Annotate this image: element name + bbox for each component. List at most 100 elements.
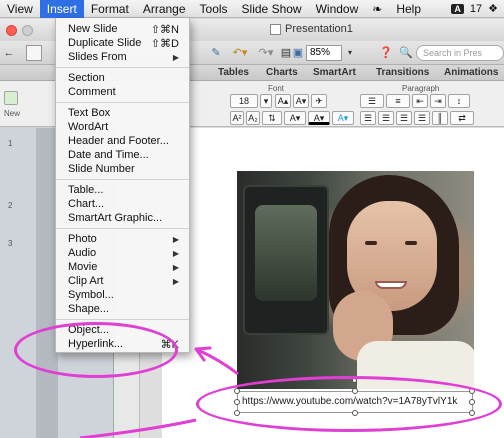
submenu-arrow-icon: ▶ xyxy=(172,249,179,258)
resize-handle-right-middle[interactable] xyxy=(469,399,475,405)
menu-insert[interactable]: Insert xyxy=(39,0,84,18)
hyperlink-url-text[interactable]: https://www.youtube.com/watch?v=1A78yTvl… xyxy=(242,396,457,407)
menu-item-header-footer[interactable]: Header and Footer... xyxy=(68,135,169,147)
shrink-font-button[interactable]: A▾ xyxy=(293,94,309,108)
script-menu-icon[interactable]: ❧ xyxy=(365,0,389,18)
back-arrow-icon[interactable]: ← xyxy=(2,45,16,61)
search-options-icon[interactable]: 🔍 xyxy=(398,45,414,61)
menu-bar: View Insert Format Arrange Tools Slide S… xyxy=(0,0,504,18)
menu-item-table[interactable]: Table... xyxy=(68,184,103,196)
menu-item-new-slide[interactable]: New Slide xyxy=(68,23,118,35)
help-icon[interactable]: ❓ xyxy=(378,45,394,61)
text-effects-button[interactable]: A▾ xyxy=(284,111,306,125)
menu-item-shape[interactable]: Shape... xyxy=(68,303,109,315)
menu-item-smartart[interactable]: SmartArt Graphic... xyxy=(68,212,162,224)
menu-item-comment[interactable]: Comment xyxy=(68,86,116,98)
change-case-button[interactable]: ⇅ xyxy=(262,111,282,125)
align-right-button[interactable]: ☰ xyxy=(396,111,412,125)
resize-handle-top-right[interactable] xyxy=(469,388,475,394)
align-center-button[interactable]: ☰ xyxy=(378,111,394,125)
new-presentation-icon[interactable] xyxy=(26,45,42,61)
format-painter-icon[interactable]: ✎ xyxy=(208,45,224,61)
resize-handle-bottom-left[interactable] xyxy=(234,410,240,416)
redo-icon[interactable]: ↷▾ xyxy=(254,45,278,61)
menu-item-chart[interactable]: Chart... xyxy=(68,198,104,210)
paragraph-group-label: Paragraph xyxy=(402,84,440,93)
align-left-button[interactable]: ☰ xyxy=(360,111,376,125)
menu-separator xyxy=(56,102,189,103)
resize-handle-bottom-middle[interactable] xyxy=(352,410,358,416)
dropbox-icon[interactable]: ❖ xyxy=(488,2,498,15)
tab-tables[interactable]: Tables xyxy=(218,67,249,78)
insert-menu: New Slide ⇧⌘N Duplicate Slide ⇧⌘D Slides… xyxy=(55,18,190,353)
superscript-button[interactable]: A² xyxy=(230,111,244,125)
undo-icon[interactable]: ↶▾ xyxy=(228,45,252,61)
menu-item-symbol[interactable]: Symbol... xyxy=(68,289,114,301)
text-direction-button[interactable]: ⇄ xyxy=(450,111,474,125)
clear-format-button[interactable]: ✈ xyxy=(311,94,327,108)
font-color-button[interactable]: A▾ xyxy=(308,111,330,125)
close-window-button[interactable] xyxy=(6,25,17,36)
search-input[interactable]: Search in Pres xyxy=(416,45,504,61)
menu-item-date-time[interactable]: Date and Time... xyxy=(68,149,149,161)
new-slide-shortcut: ⇧⌘N xyxy=(150,24,179,36)
menu-item-movie[interactable]: Movie xyxy=(68,261,97,273)
increase-indent-button[interactable]: ⇥ xyxy=(430,94,446,108)
rotate-handle[interactable] xyxy=(352,378,357,383)
justify-button[interactable]: ☰ xyxy=(414,111,430,125)
bullets-button[interactable]: ☰ xyxy=(360,94,384,108)
document-title-text: Presentation1 xyxy=(285,23,353,35)
resize-handle-left-middle[interactable] xyxy=(234,399,240,405)
tab-transitions[interactable]: Transitions xyxy=(376,67,429,78)
menu-item-duplicate-slide[interactable]: Duplicate Slide xyxy=(68,37,141,49)
menu-item-object[interactable]: Object... xyxy=(68,324,109,336)
menu-item-hyperlink[interactable]: Hyperlink... xyxy=(68,338,123,350)
menu-item-text-box[interactable]: Text Box xyxy=(68,107,110,119)
tab-charts[interactable]: Charts xyxy=(266,67,298,78)
photo-shirt xyxy=(357,341,474,389)
media-browser-icon[interactable]: ▣ xyxy=(292,45,304,61)
menu-format[interactable]: Format xyxy=(84,0,136,18)
numbering-button[interactable]: ≡ xyxy=(386,94,410,108)
menu-arrange[interactable]: Arrange xyxy=(136,0,193,18)
gallery-icon[interactable]: ▤ xyxy=(280,45,292,61)
minimize-window-button[interactable] xyxy=(22,25,33,36)
font-size-field[interactable]: 18 xyxy=(230,94,258,108)
zoom-dropdown-icon[interactable]: ▾ xyxy=(344,45,356,61)
columns-button[interactable]: ║ xyxy=(432,111,448,125)
tab-animations[interactable]: Animations xyxy=(444,67,498,78)
slide-photo[interactable] xyxy=(237,171,474,389)
tab-smartart[interactable]: SmartArt xyxy=(313,67,356,78)
menu-item-clip-art[interactable]: Clip Art xyxy=(68,275,103,287)
resize-handle-bottom-right[interactable] xyxy=(469,410,475,416)
menu-item-slide-number[interactable]: Slide Number xyxy=(68,163,135,175)
document-title: Presentation1 xyxy=(270,23,353,35)
grow-font-button[interactable]: A▴ xyxy=(275,94,291,108)
new-slide-icon[interactable] xyxy=(4,91,18,105)
menu-item-slides-from[interactable]: Slides From xyxy=(68,51,127,63)
resize-handle-top-left[interactable] xyxy=(234,388,240,394)
tv-screen xyxy=(255,205,317,301)
app-badge-icon[interactable]: A xyxy=(451,3,464,14)
decrease-indent-button[interactable]: ⇤ xyxy=(412,94,428,108)
menu-view[interactable]: View xyxy=(0,0,40,18)
slide-number-3: 3 xyxy=(8,239,13,248)
photo-left-eye xyxy=(365,241,377,245)
menu-item-photo[interactable]: Photo xyxy=(68,233,97,245)
line-spacing-button[interactable]: ↕ xyxy=(448,94,470,108)
menu-item-wordart[interactable]: WordArt xyxy=(68,121,108,133)
menu-separator xyxy=(56,319,189,320)
zoom-field[interactable]: 85% xyxy=(306,45,342,61)
subscript-button[interactable]: A₂ xyxy=(246,111,260,125)
menu-item-audio[interactable]: Audio xyxy=(68,247,96,259)
highlight-button[interactable]: A▾ xyxy=(332,111,354,125)
menu-item-section[interactable]: Section xyxy=(68,72,105,84)
new-slide-label: New xyxy=(4,109,21,118)
resize-handle-top-middle[interactable] xyxy=(352,388,358,394)
menu-slide-show[interactable]: Slide Show xyxy=(235,0,309,18)
menu-help[interactable]: Help xyxy=(389,0,428,18)
submenu-arrow-icon: ▶ xyxy=(172,277,179,286)
menu-window[interactable]: Window xyxy=(309,0,366,18)
menu-tools[interactable]: Tools xyxy=(193,0,235,18)
font-size-dropdown[interactable]: ▾ xyxy=(260,94,272,108)
